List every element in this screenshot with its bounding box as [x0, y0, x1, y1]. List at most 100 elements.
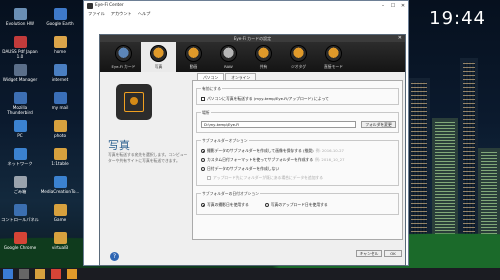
- desktop-icon[interactable]: my mail: [40, 92, 80, 111]
- append-data-label: アップロード先にフォルダーが既にある場合にデータを追加する: [213, 175, 324, 180]
- menu-account[interactable]: アカウント: [111, 11, 132, 17]
- tab-computer[interactable]: パソコン: [197, 73, 225, 80]
- destination-tabs: パソコン オンライン: [197, 73, 403, 80]
- desktop: 19:44 Evolution HW Google Earth DAUSS Pdf …: [0, 0, 500, 268]
- toolbar-button[interactable]: ジオタグ: [281, 42, 316, 72]
- enable-transfer-checkbox[interactable]: [201, 97, 205, 101]
- app-icon: [13, 232, 27, 244]
- chrome-icon[interactable]: [51, 269, 61, 279]
- folder-icon[interactable]: [35, 269, 45, 279]
- change-folder-button[interactable]: フォルダを変更: [361, 121, 396, 128]
- desktop-icon-label: ネットワーク: [7, 161, 33, 166]
- toolbar-button[interactable]: 共有: [246, 42, 281, 72]
- app-icon: [13, 148, 27, 160]
- subfolder-option-radio[interactable]: [201, 158, 205, 162]
- toolbar-label: 写真: [154, 64, 163, 69]
- append-data-checkbox[interactable]: [207, 176, 211, 180]
- subfolder-option-label: カスタム日付フォーマットを使ってサブフォルダーを作成する: [207, 157, 314, 162]
- location-group: 場所 D:\my-temp\Eye-Fi フォルダを変更: [196, 110, 399, 133]
- left-info-pane: 写真 写真を転送する宛先を選択します。コンピューターや共有サイトに写真を転送でき…: [100, 72, 190, 265]
- toolbar-label: ジオタグ: [290, 64, 307, 69]
- desktop-icon-label: Mozilla Thunderbird: [7, 105, 33, 115]
- desktop-icon[interactable]: Google Earth: [40, 8, 80, 27]
- menu-help[interactable]: ヘルプ: [138, 11, 151, 17]
- desktop-icon[interactable]: Widget Manager: [0, 64, 40, 83]
- window-menubar: ファイル アカウント ヘルプ: [84, 10, 408, 18]
- desktop-icon-label: internet: [51, 77, 69, 82]
- desktop-icon[interactable]: ごみ箱: [0, 176, 40, 195]
- toolbar-label: 共有: [259, 64, 268, 69]
- app-icon: [53, 232, 67, 244]
- app-icon: [13, 204, 27, 216]
- eye-fi-icon[interactable]: [67, 269, 77, 279]
- start-icon[interactable]: [3, 269, 13, 279]
- toolbar-button[interactable]: Eye-Fi カード: [106, 42, 141, 72]
- date-option-label: 写真のアップロード日を使用する: [270, 202, 328, 207]
- window-titlebar: Eye-Fi Center – ☐ ✕: [84, 1, 408, 10]
- app-icon: [53, 204, 67, 216]
- subfolder-option-label: 日付データのサブフォルダーを作成しない: [207, 166, 280, 171]
- toolbar-button[interactable]: 直接モード: [316, 42, 351, 72]
- subfolder-option-example: 例: 2016-10-27: [315, 148, 344, 153]
- close-icon[interactable]: ✕: [398, 3, 408, 9]
- date-option-radio[interactable]: [264, 203, 269, 207]
- toolbar-label: 動画: [189, 64, 198, 69]
- toolbar-button[interactable]: RAW: [211, 42, 246, 72]
- desktop-icon[interactable]: photo: [40, 120, 80, 139]
- search-icon[interactable]: [19, 269, 29, 279]
- toolbar-button[interactable]: 写真: [141, 42, 176, 72]
- desktop-icon[interactable]: virtualB: [40, 232, 80, 251]
- app-icon: [13, 120, 27, 132]
- card-settings-dialog: Eye-Fi カードの設定 ✕ Eye-Fi カード 写真 動画 RAW 共有 ジオタグ直…: [99, 34, 406, 266]
- toolbar-button[interactable]: 動画: [176, 42, 211, 72]
- photo-settings-icon: [116, 84, 152, 120]
- desktop-icon-label: Google Earth: [46, 21, 74, 26]
- desktop-icon[interactable]: home: [40, 36, 80, 55]
- subfolder-group-label: サブフォルダーオプション: [201, 138, 249, 144]
- ok-button[interactable]: OK: [384, 250, 402, 257]
- desktop-icon[interactable]: Google Chrome: [0, 232, 40, 251]
- app-icon: [13, 64, 27, 76]
- desktop-icon-label: home: [54, 49, 66, 54]
- date-option-group: サブフォルダーの日付オプション 写真の撮影日を使用する 写真のアップロード日を使…: [196, 191, 399, 215]
- desktop-icon-label: Game: [53, 217, 67, 222]
- app-icon: [53, 8, 67, 20]
- section-description: 写真を転送する宛先を選択します。コンピューターや共有サイトに写真を転送できます。: [108, 152, 188, 163]
- folder-path-field[interactable]: D:\my-temp\Eye-Fi: [201, 121, 356, 128]
- desktop-icon-label: 1:1table: [51, 161, 69, 166]
- desktop-icon[interactable]: Mozilla Thunderbird: [0, 92, 40, 116]
- section-heading: 写真: [108, 139, 130, 152]
- help-icon[interactable]: ?: [110, 252, 119, 261]
- toolbar-icon: [255, 45, 272, 62]
- desktop-icon[interactable]: DAUSS Pdf Japan 1.0: [0, 36, 40, 60]
- location-group-label: 場所: [201, 110, 211, 116]
- desktop-icon[interactable]: コントロールパネル: [0, 204, 40, 223]
- toolbar-label: 直接モード: [324, 64, 343, 69]
- desktop-icon-label: my mail: [51, 105, 69, 110]
- subfolder-option-radio[interactable]: [201, 149, 205, 153]
- maximize-icon[interactable]: ☐: [388, 3, 398, 9]
- desktop-icon-label: MediaCreationTo...: [40, 189, 80, 194]
- app-icon: [13, 36, 27, 48]
- menu-file[interactable]: ファイル: [88, 11, 105, 17]
- subfolder-option-radio[interactable]: [201, 167, 205, 171]
- date-option-group-label: サブフォルダーの日付オプション: [201, 191, 260, 197]
- date-option-radio[interactable]: [201, 203, 205, 207]
- desktop-icon[interactable]: internet: [40, 64, 80, 83]
- desktop-icon[interactable]: Evolution HW: [0, 8, 40, 27]
- desktop-icon-label: photo: [53, 133, 67, 138]
- desktop-icon[interactable]: PC: [0, 120, 40, 139]
- minimize-icon[interactable]: –: [378, 3, 388, 9]
- desktop-icon[interactable]: MediaCreationTo...: [40, 176, 80, 195]
- cancel-button[interactable]: キャンセル: [356, 250, 382, 257]
- desktop-icon[interactable]: ネットワーク: [0, 148, 40, 167]
- eye-fi-center-window: Eye-Fi Center – ☐ ✕ ファイル アカウント ヘルプ Eye-F…: [83, 0, 409, 266]
- desktop-icon[interactable]: 1:1table: [40, 148, 80, 167]
- desktop-icon[interactable]: Game: [40, 204, 80, 223]
- desktop-icon-label: コントロールパネル: [1, 217, 39, 222]
- tab-online[interactable]: オンライン: [225, 73, 257, 80]
- dialog-close-icon[interactable]: ✕: [398, 35, 402, 41]
- desktop-icon-label: Evolution HW: [5, 21, 35, 26]
- window-title: Eye-Fi Center: [95, 3, 124, 8]
- toolbar-icon: [290, 45, 307, 62]
